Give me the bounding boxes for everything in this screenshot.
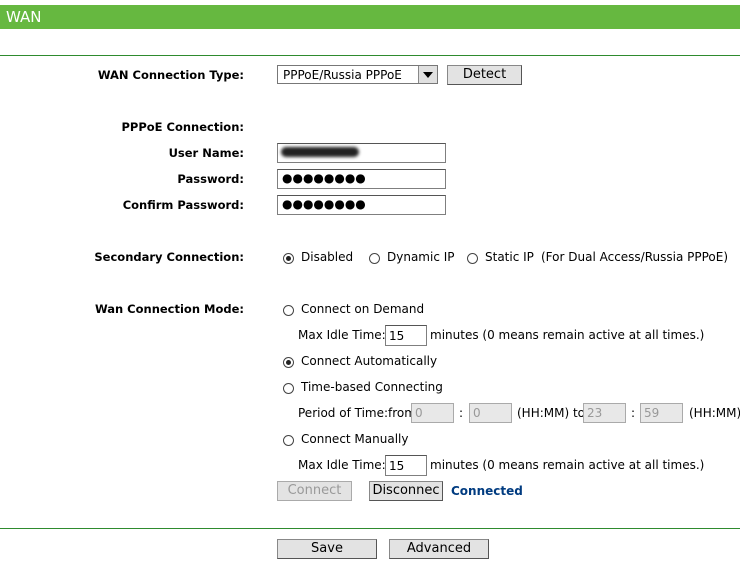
connection-status: Connected: [451, 484, 523, 498]
secondary-static-label: Static IP: [485, 250, 534, 264]
connect-button[interactable]: Connect: [277, 481, 352, 501]
secondary-label: Secondary Connection:: [94, 250, 244, 264]
redacted-username: [281, 147, 359, 157]
secondary-static-radio[interactable]: [467, 253, 478, 264]
detect-button[interactable]: Detect: [447, 65, 522, 85]
advanced-button[interactable]: Advanced: [389, 539, 489, 559]
idle2-label: Max Idle Time:: [298, 458, 386, 472]
password-mask: ●●●●●●●●: [282, 171, 366, 185]
username-label: User Name:: [168, 146, 244, 160]
mode-label: Wan Connection Mode:: [94, 302, 244, 316]
idle1-label: Max Idle Time:: [298, 328, 386, 342]
from-minute-input[interactable]: [469, 403, 512, 423]
mode-time-based-label: Time-based Connecting: [301, 380, 443, 394]
mode-time-based-radio[interactable]: [283, 383, 294, 394]
to-colon: :: [631, 406, 636, 420]
page-title: WAN: [6, 8, 42, 26]
period-label: Period of Time:from: [298, 406, 416, 420]
secondary-note: (For Dual Access/Russia PPPoE): [541, 250, 729, 264]
secondary-dynamic-label: Dynamic IP: [387, 250, 455, 264]
idle2-note: minutes (0 means remain active at all ti…: [430, 458, 705, 472]
password-label: Password:: [177, 172, 244, 186]
wan-type-value: PPPoE/Russia PPPoE: [283, 68, 402, 82]
confirm-password-mask: ●●●●●●●●: [282, 197, 366, 211]
page-header: WAN: [0, 5, 740, 29]
wan-type-select[interactable]: PPPoE/Russia PPPoE: [277, 65, 438, 84]
mode-manual-radio[interactable]: [283, 435, 294, 446]
divider-bottom: [0, 528, 740, 529]
mode-auto-radio[interactable]: [283, 357, 294, 368]
password-field[interactable]: ●●●●●●●●: [277, 169, 446, 189]
secondary-disabled-radio[interactable]: [283, 253, 294, 264]
to-hour-input[interactable]: [583, 403, 626, 423]
secondary-disabled-label: Disabled: [301, 250, 354, 264]
hhmm-to-label: (HH:MM) to: [517, 406, 586, 420]
username-field[interactable]: [277, 143, 446, 163]
mode-manual-label: Connect Manually: [301, 432, 409, 446]
from-colon: :: [459, 406, 464, 420]
mode-auto-label: Connect Automatically: [301, 354, 438, 368]
secondary-dynamic-radio[interactable]: [369, 253, 380, 264]
save-button[interactable]: Save: [277, 539, 377, 559]
from-hour-input[interactable]: [411, 403, 454, 423]
idle1-input[interactable]: [385, 325, 427, 346]
idle1-note: minutes (0 means remain active at all ti…: [430, 328, 705, 342]
to-minute-input[interactable]: [640, 403, 683, 423]
divider-top: [0, 55, 740, 56]
disconnect-button[interactable]: Disconnec: [369, 481, 443, 501]
mode-on-demand-radio[interactable]: [283, 305, 294, 316]
confirm-password-label: Confirm Password:: [122, 198, 244, 212]
chevron-down-icon: [418, 66, 437, 83]
wan-type-label: WAN Connection Type:: [97, 68, 244, 82]
confirm-password-field[interactable]: ●●●●●●●●: [277, 195, 446, 215]
mode-on-demand-label: Connect on Demand: [301, 302, 425, 316]
idle2-input[interactable]: [385, 455, 427, 476]
pppoe-section-label: PPPoE Connection:: [121, 120, 244, 134]
hhmm-end-label: (HH:MM): [689, 406, 740, 420]
